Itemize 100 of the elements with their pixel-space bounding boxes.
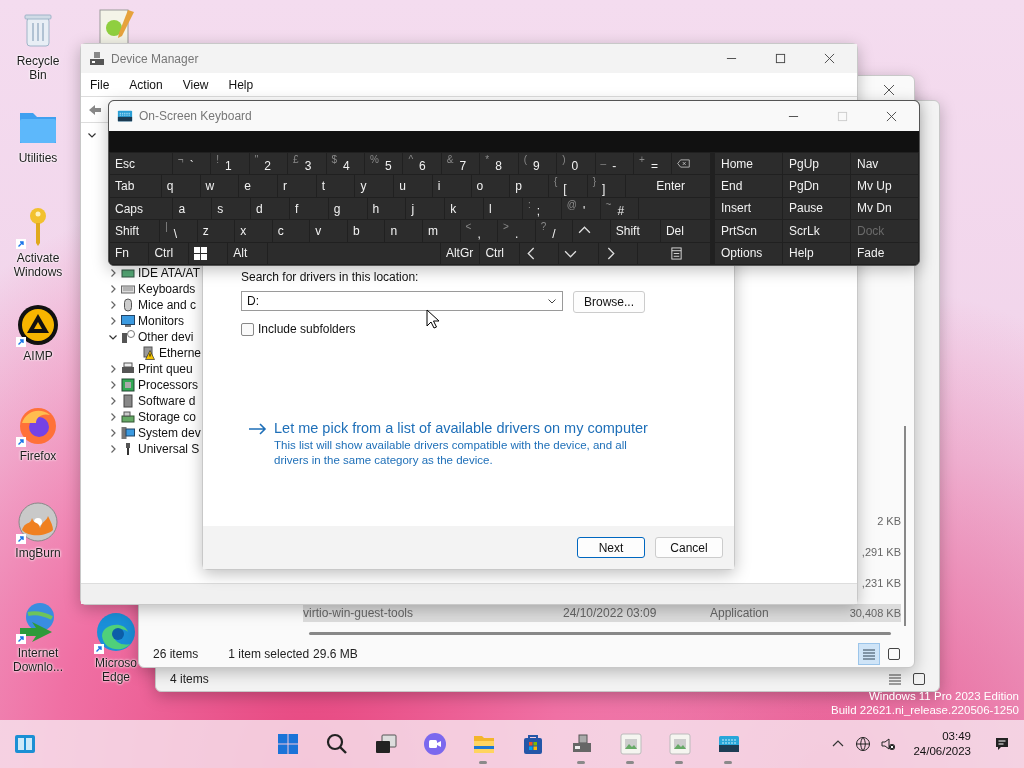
keyboard-key[interactable]: f <box>289 197 328 220</box>
expand-chevron-icon[interactable] <box>108 284 118 294</box>
close-icon[interactable] <box>824 53 835 64</box>
tree-item[interactable]: Mice and c <box>138 297 197 313</box>
expand-chevron-icon[interactable] <box>108 412 118 422</box>
keyboard-key[interactable]: j <box>406 197 445 220</box>
keyboard-key[interactable]: $ 4 <box>326 153 364 175</box>
keyboard-key[interactable]: Fade <box>851 242 918 264</box>
keyboard-key[interactable]: PgUp <box>783 153 850 175</box>
keyboard-key[interactable]: a <box>173 197 212 220</box>
keyboard-key[interactable]: > . <box>498 220 535 242</box>
keyboard-key[interactable]: Mv Up <box>851 175 918 197</box>
collapse-chevron-icon[interactable] <box>108 332 118 342</box>
tree-item[interactable]: Universal S <box>138 441 200 457</box>
keyboard-key[interactable]: i <box>432 175 471 197</box>
keyboard-key[interactable]: AltGr <box>440 242 480 265</box>
keyboard-key[interactable]: h <box>367 197 406 220</box>
keyboard-key[interactable]: r <box>277 175 316 197</box>
keyboard-key[interactable]: Mv Dn <box>851 197 918 220</box>
keyboard-key[interactable]: Alt <box>228 242 267 265</box>
tree-item[interactable]: Monitors <box>138 313 184 329</box>
keyboard-key[interactable]: * 8 <box>480 153 518 175</box>
keyboard-key[interactable]: Enter <box>626 175 710 197</box>
desktop-icon-label[interactable]: Activate Windows <box>9 251 67 279</box>
expand-chevron-icon[interactable] <box>108 396 118 406</box>
tree-item[interactable]: Print queu <box>138 361 193 377</box>
keyboard-key[interactable]: ! 1 <box>211 153 249 175</box>
path-combobox[interactable]: D: <box>241 291 563 311</box>
globe-icon[interactable] <box>855 736 872 752</box>
expand-chevron-icon[interactable] <box>108 380 118 390</box>
keyboard-key[interactable]: Insert <box>715 197 782 220</box>
keyboard-key[interactable]: ~ # <box>600 197 639 220</box>
keyboard-key[interactable]: £ 3 <box>288 153 326 175</box>
keyboard-key[interactable]: w <box>200 175 239 197</box>
browse-button[interactable]: Browse... <box>573 291 645 313</box>
tree-item[interactable]: IDE ATA/AT <box>138 265 200 281</box>
desktop-icon-label[interactable]: Firefox <box>19 449 57 463</box>
tree-item[interactable]: Processors <box>138 377 199 393</box>
keyboard-key[interactable]: z <box>197 220 235 242</box>
arrow-key[interactable] <box>519 242 559 265</box>
keyboard-key[interactable]: b <box>347 220 385 242</box>
menu-item[interactable]: File <box>90 77 110 92</box>
tree-item[interactable]: Etherne <box>159 345 202 361</box>
checkbox[interactable] <box>241 322 254 336</box>
tree-item[interactable]: Software d <box>138 393 196 409</box>
desktop-icon-label[interactable]: Microso Edge <box>87 656 145 684</box>
menu-item[interactable]: Action <box>129 77 163 92</box>
pick-driver-link[interactable]: Let me pick from a list of available drivers on my computer <box>274 420 648 436</box>
keyboard-key[interactable]: ScrLk <box>783 220 850 242</box>
keyboard-key[interactable]: ^ 6 <box>403 153 441 175</box>
expand-chevron-icon[interactable] <box>108 428 118 438</box>
keyboard-key[interactable]: ¬ ` <box>172 153 211 175</box>
desktop-icon-label[interactable]: AIMP <box>23 349 53 363</box>
keyboard-key[interactable]: End <box>715 175 782 197</box>
keyboard-key[interactable]: k <box>445 197 484 220</box>
keyboard-key[interactable]: t <box>316 175 355 197</box>
keyboard-key[interactable]: @ ' <box>561 197 600 220</box>
keyboard-key[interactable]: p <box>510 175 548 197</box>
keyboard-key[interactable]: v <box>310 220 347 242</box>
keyboard-key[interactable]: PgDn <box>783 175 850 197</box>
expand-chevron-icon[interactable] <box>108 444 118 454</box>
tree-item[interactable]: Keyboards <box>138 281 196 297</box>
keyboard-key[interactable]: Shift <box>110 220 160 242</box>
keyboard-key[interactable]: u <box>394 175 432 197</box>
keyboard-key[interactable]: PrtScn <box>715 220 782 242</box>
keyboard-key[interactable]: : ; <box>522 197 561 220</box>
speaker-muted-icon[interactable] <box>880 736 897 752</box>
keyboard-key[interactable]: g <box>328 197 367 220</box>
keyboard-key[interactable]: y <box>355 175 394 197</box>
expand-chevron-icon[interactable] <box>108 316 118 326</box>
keyboard-key[interactable]: m <box>423 220 460 242</box>
menu-item[interactable]: Help <box>228 77 254 92</box>
keyboard-key[interactable]: s <box>212 197 251 220</box>
keyboard-key[interactable]: " 2 <box>249 153 288 175</box>
keyboard-key[interactable]: c <box>272 220 310 242</box>
keyboard-key[interactable]: Tab <box>110 175 161 197</box>
tree-item[interactable]: System dev <box>138 425 201 441</box>
expand-chevron-icon[interactable] <box>108 300 118 310</box>
desktop-icon-label[interactable]: Recycle Bin <box>9 54 67 82</box>
keyboard-key[interactable]: Options <box>715 242 782 264</box>
keyboard-key[interactable]: < , <box>460 220 498 242</box>
desktop-icon-label[interactable]: ImgBurn <box>15 546 61 560</box>
clock-date[interactable]: 24/06/2023 <box>913 744 971 759</box>
keyboard-key[interactable]: Ctrl <box>480 242 519 265</box>
close-icon[interactable] <box>886 110 897 122</box>
keyboard-key[interactable]: { [ <box>549 175 587 197</box>
keyboard-key[interactable]: ) 0 <box>557 153 595 175</box>
expand-chevron-icon[interactable] <box>108 364 118 374</box>
keyboard-key[interactable]: & 7 <box>441 153 480 175</box>
keyboard-key[interactable]: Help <box>783 242 850 264</box>
vertical-scrollbar[interactable] <box>904 426 906 626</box>
keyboard-key[interactable]: Pause <box>783 197 850 220</box>
menu-key[interactable] <box>638 242 710 265</box>
keyboard-key[interactable]: Fn <box>110 242 149 265</box>
keyboard-key[interactable]: o <box>471 175 510 197</box>
keyboard-key[interactable]: Esc <box>110 153 172 175</box>
close-icon[interactable] <box>883 84 895 96</box>
keyboard-key[interactable]: Shift <box>610 220 660 242</box>
keyboard-key[interactable]: _ - <box>595 153 634 175</box>
dialog-button[interactable]: Cancel <box>655 537 723 558</box>
